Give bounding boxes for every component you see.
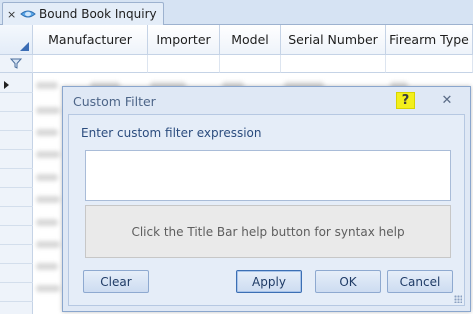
filter-row-header[interactable] <box>0 55 33 73</box>
column-header-firearm-type[interactable]: Firearm Type <box>386 25 473 55</box>
dialog-body: Enter custom filter expression Click the… <box>68 114 465 306</box>
filter-cell-model[interactable] <box>220 55 281 73</box>
grid-corner-header[interactable] <box>0 25 33 55</box>
filter-cell-importer[interactable] <box>148 55 220 73</box>
redacted-cell <box>36 241 60 248</box>
column-header-serial-number[interactable]: Serial Number <box>281 25 386 55</box>
redacted-cell <box>36 196 60 203</box>
redacted-cell <box>36 219 58 226</box>
filter-cell-serial-number[interactable] <box>281 55 386 73</box>
database-icon <box>20 10 36 18</box>
filter-row <box>0 55 473 73</box>
help-button[interactable]: ? <box>396 92 415 109</box>
redacted-cell <box>36 82 58 89</box>
redacted-cell <box>36 129 58 136</box>
close-icon[interactable]: ✕ <box>439 92 455 108</box>
column-header-importer[interactable]: Importer <box>148 25 220 55</box>
resize-grip-icon[interactable] <box>454 295 462 303</box>
syntax-hint: Click the Title Bar help button for synt… <box>85 205 451 258</box>
funnel-icon <box>10 58 22 69</box>
clear-button[interactable]: Clear <box>83 270 149 293</box>
cancel-button[interactable]: Cancel <box>387 270 453 293</box>
redacted-cell <box>36 285 60 292</box>
column-header-manufacturer[interactable]: Manufacturer <box>33 25 148 55</box>
filter-expression-input[interactable] <box>85 150 451 201</box>
redacted-cell <box>36 151 60 158</box>
redacted-cell <box>36 263 58 270</box>
tab-label: Bound Book Inquiry <box>39 7 157 21</box>
document-tab-strip: × Bound Book Inquiry <box>0 0 473 25</box>
filter-expression-label: Enter custom filter expression <box>81 126 262 140</box>
redacted-cell <box>36 107 60 114</box>
column-header-model[interactable]: Model <box>220 25 281 55</box>
select-all-icon <box>20 42 29 51</box>
row-header-column <box>0 73 33 314</box>
tab-bound-book-inquiry[interactable]: × Bound Book Inquiry <box>2 2 164 25</box>
tab-close-icon[interactable]: × <box>7 8 17 21</box>
ok-button[interactable]: OK <box>315 270 381 293</box>
filter-cell-firearm-type[interactable] <box>386 55 473 73</box>
current-row-indicator-icon <box>4 81 9 89</box>
apply-button[interactable]: Apply <box>236 270 302 293</box>
custom-filter-dialog: Custom Filter ? ✕ Enter custom filter ex… <box>62 86 471 312</box>
filter-cell-manufacturer[interactable] <box>33 55 148 73</box>
dialog-title: Custom Filter <box>73 94 156 109</box>
redacted-cell <box>36 174 58 181</box>
